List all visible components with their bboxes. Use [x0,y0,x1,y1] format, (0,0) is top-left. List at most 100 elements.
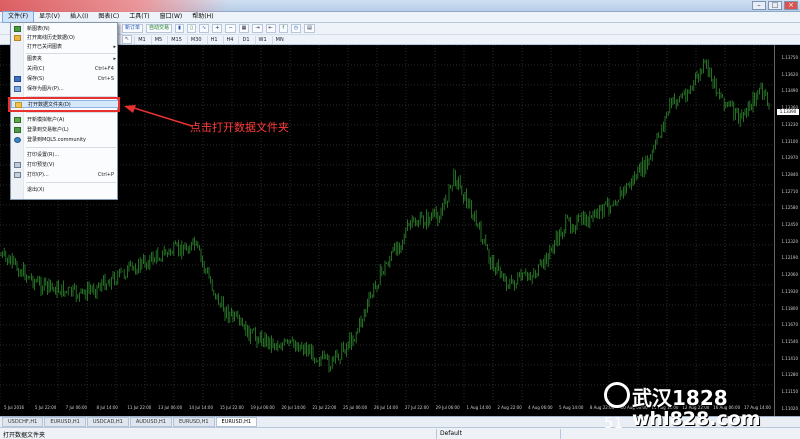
menu-item-profiles[interactable]: 图表夹 ▸ [11,55,119,63]
watermark-logo [604,382,630,408]
tab-eurusd-h1-active[interactable]: EURUSD,H1 [215,417,258,427]
menu-bar: 文件(F) 显示(V) 插入(I) 图表(C) 工具(T) 窗口(W) 帮助(H… [0,11,800,23]
menu-help[interactable]: 帮助(H) [187,12,218,22]
price-scale: 1.13390 1.13750 1.13620 1.13490 1.13360 1.13… [774,45,800,416]
tf-h4[interactable]: H4 [222,35,237,44]
price-label: 1.12580 [781,205,798,211]
menu-tools[interactable]: 工具(T) [124,12,154,22]
price-label: 1.11670 [781,322,798,328]
chart-area[interactable] [0,45,800,416]
time-label: 7 Jul 06:00 [65,405,88,410]
tab-usdcad-h1[interactable]: USDCAD,H1 [86,417,129,427]
tf-h1[interactable]: H1 [206,35,221,44]
menu-item-print-setup[interactable]: 打印设置(R)... [11,151,119,159]
window-controls: – □ × [752,1,798,10]
menu-item-close[interactable]: 关闭(C) Ctrl+F4 [11,65,119,73]
menu-item-open-offline[interactable]: 打开离线历史数据(O) [11,34,119,42]
price-label: 1.11800 [781,305,798,311]
annotation-arrow [124,105,193,127]
menu-item-save-image[interactable]: 保存为图片(P)... [11,85,119,93]
menu-insert[interactable]: 插入(I) [65,12,93,22]
tf-m5[interactable]: M5 [150,35,166,44]
menu-separator [26,147,116,148]
tab-audusd-h1[interactable]: AUDUSD,H1 [129,417,172,427]
zoom-in-icon[interactable]: + [212,24,223,33]
status-profile: Default [440,430,462,437]
menu-item-open-demo[interactable]: 开新模拟帐户(A) [11,116,119,124]
time-label: 2 Aug 22:00 [497,405,522,410]
mql5-icon [14,137,21,143]
open-offline-icon [14,35,21,41]
tab-eurusd-h1-2[interactable]: EURUSD,H1 [173,417,215,427]
price-label: 1.12840 [781,171,798,177]
print-preview-icon [14,162,21,168]
price-label: 1.11540 [781,338,798,344]
menu-item-exit[interactable]: 退出(X) [11,186,119,194]
status-text: 打开数据文件夹 [3,432,46,439]
tab-usdchf-h1[interactable]: USDCHF,H1 [2,417,44,427]
price-label: 1.12060 [781,272,798,278]
price-label: 1.12320 [781,238,798,244]
menu-item-save[interactable]: 保存(S) Ctrl+S [11,75,119,83]
indicators-icon[interactable]: f [278,24,288,33]
price-label: 1.13750 [781,55,798,60]
time-label: 5 Jul 2016 [4,405,25,410]
price-label: 1.11150 [781,389,798,394]
menu-item-new-chart[interactable]: 新图表(N) [11,25,119,33]
close-button[interactable]: × [784,1,798,10]
price-label: 1.13360 [781,105,798,111]
price-label: 1.13100 [781,138,798,144]
watermark-url: whl828.com [632,408,761,430]
price-label: 1.13490 [781,88,798,94]
annotation-text: 点击打开数据文件夹 [190,121,289,134]
menu-charts[interactable]: 图表(C) [93,12,124,22]
time-label: 21 Jul 22:00 [312,405,337,410]
menu-view[interactable]: 显示(V) [34,12,65,22]
minimize-button[interactable]: – [752,1,766,10]
time-label: 11 Jul 22:00 [127,405,152,410]
price-label: 1.13230 [781,121,798,127]
autotrade-button[interactable]: 自动交易 [146,24,173,33]
tf-w1[interactable]: W1 [254,35,270,44]
tf-mn[interactable]: MN [271,35,287,44]
line-chart-icon[interactable]: ∿ [199,24,210,33]
bar-chart-icon[interactable]: ▮ [175,24,185,33]
time-label: 27 Jul 22:00 [404,405,429,410]
menu-window[interactable]: 窗口(W) [155,12,188,22]
menu-item-print[interactable]: 打印(P)... Ctrl+P [11,171,119,179]
standard-toolbar: 新订单 自动交易 ▮ ▯ ∿ + − ▦ ⇥ ⇤ f ◷ ▤ [0,23,800,35]
price-label: 1.11930 [781,288,798,294]
time-label: 20 Jul 14:00 [281,405,306,410]
menu-item-login[interactable]: 登录到交易帐户(L) [11,126,119,134]
time-label: 5 Jul 22:00 [34,405,57,410]
tf-d1[interactable]: D1 [238,35,252,44]
maximize-button[interactable]: □ [768,1,782,10]
chart-shift-icon[interactable]: ⇤ [265,24,276,33]
templates-icon[interactable]: ▤ [304,24,315,33]
save-icon [14,76,21,82]
menu-item-login-mql5[interactable]: 登录到MQL5.community [11,136,119,144]
time-label: 1 Aug 14:00 [466,405,491,410]
menu-item-reopen-closed[interactable]: 打开已关闭图表 ▸ [11,43,119,51]
autoscroll-icon[interactable]: ⇥ [252,24,263,33]
print-icon [14,172,21,178]
time-label: 4 Aug 06:00 [528,405,553,410]
tf-m1[interactable]: M1 [134,35,149,44]
price-label: 1.12970 [781,155,798,161]
time-label: 13 Jul 06:00 [158,405,183,410]
periods-icon[interactable]: ◷ [290,24,302,33]
tab-eurusd-h1[interactable]: EURUSD,H1 [44,417,86,427]
new-order-button[interactable]: 新订单 [122,24,144,33]
tf-m15[interactable]: M15 [167,35,185,44]
cursor-icon[interactable]: ↖ [122,35,133,44]
menu-item-print-preview[interactable]: 打印预览(V) [11,161,119,169]
highlight-box [8,97,120,112]
zoom-out-icon[interactable]: − [225,24,236,33]
tf-m30[interactable]: M30 [186,35,205,44]
candle-chart-icon[interactable]: ▯ [187,24,197,33]
time-label: 25 Jul 06:00 [343,405,368,410]
price-label: 1.12450 [781,222,798,227]
time-label: 19 Jul 06:00 [250,405,275,410]
grid-icon[interactable]: ▦ [238,24,250,33]
time-label: 26 Jul 14:00 [374,405,398,410]
